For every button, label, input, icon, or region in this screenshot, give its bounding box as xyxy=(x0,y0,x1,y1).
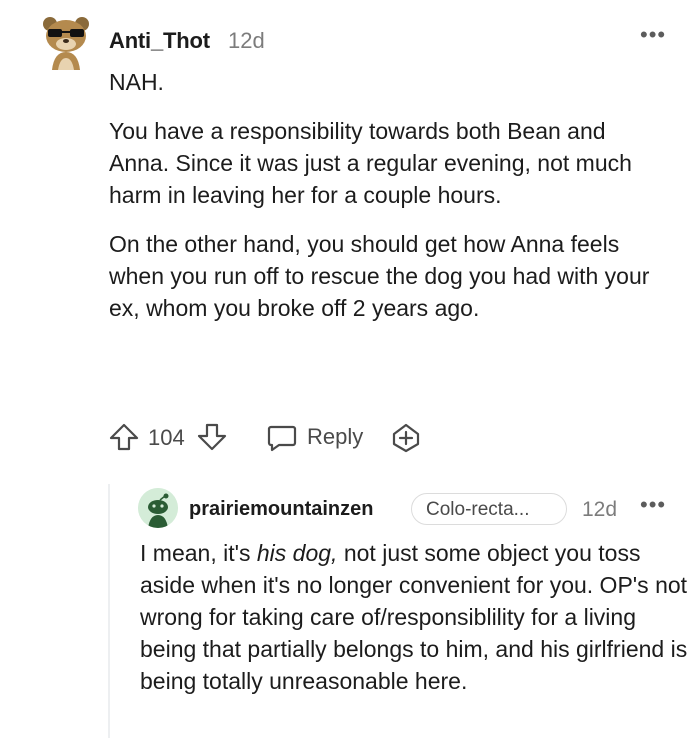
upvote-icon[interactable] xyxy=(108,422,140,457)
more-options-icon[interactable]: ••• xyxy=(640,24,666,46)
comment-paragraph: NAH. xyxy=(109,69,164,95)
comment-paragraph: On the other hand, you should get how An… xyxy=(109,231,650,321)
more-options-icon[interactable]: ••• xyxy=(640,494,666,516)
reply-body: I mean, it's his dog, not just some obje… xyxy=(140,537,690,697)
thread-line[interactable] xyxy=(108,484,110,738)
comment-paragraph: You have a responsibility towards both B… xyxy=(109,118,632,208)
comment-age: 12d xyxy=(228,28,265,53)
snoo-avatar-icon xyxy=(43,17,89,70)
reply-age: 12d xyxy=(582,498,618,521)
vote-count: 104 xyxy=(148,425,185,450)
comment-thread: Anti_Thot 12d ••• NAH. You have a respon… xyxy=(0,0,700,738)
reply-button[interactable]: Reply xyxy=(307,424,363,450)
reply-user-avatar[interactable] xyxy=(138,488,178,528)
user-flair: Colo-recta... xyxy=(411,493,567,525)
snoo-avatar-icon xyxy=(138,488,178,528)
downvote-icon[interactable] xyxy=(196,422,228,457)
reply-text-start: I mean, it's xyxy=(140,540,257,566)
reply-text-emphasis: his dog, xyxy=(256,540,338,566)
reply-icon[interactable] xyxy=(266,423,298,458)
reply-paragraph: I mean, it's his dog, not just some obje… xyxy=(140,537,690,697)
comment-username[interactable]: Anti_Thot xyxy=(109,28,210,54)
reply-username[interactable]: prairiemountainzen xyxy=(189,498,373,521)
award-add-icon[interactable] xyxy=(390,422,422,459)
comment-action-bar: 104 Reply xyxy=(108,418,668,458)
comment-body: NAH. You have a responsibility towards b… xyxy=(109,66,669,341)
user-avatar[interactable] xyxy=(38,12,94,70)
